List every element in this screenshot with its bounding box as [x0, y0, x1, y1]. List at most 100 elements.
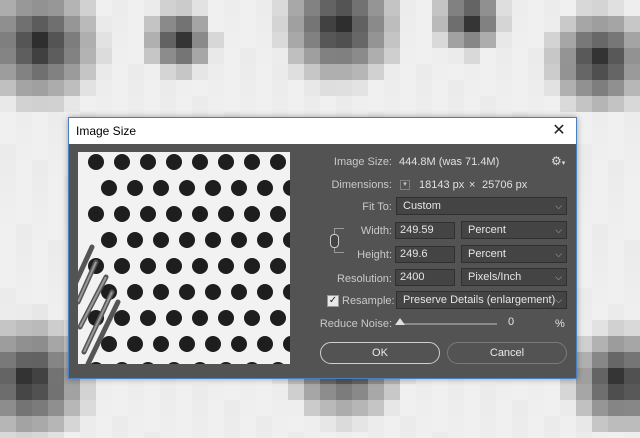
background-pixel [48, 96, 64, 112]
background-pixel [528, 80, 544, 96]
background-pixel [384, 416, 400, 432]
background-pixel [160, 48, 176, 64]
background-pixel [416, 48, 432, 64]
background-pixel [320, 432, 336, 438]
background-pixel [176, 96, 192, 112]
chevron-down-icon: ⌵ [555, 225, 562, 235]
resolution-unit-select[interactable]: Pixels/Inch ⌵ [461, 268, 567, 286]
background-pixel [464, 16, 480, 32]
resolution-input[interactable]: 2400 [395, 269, 455, 286]
background-pixel [64, 16, 80, 32]
background-pixel [16, 256, 32, 272]
title-bar[interactable]: Image Size ✕ [69, 118, 576, 144]
background-pixel [384, 400, 400, 416]
height-input[interactable]: 249.6 [395, 246, 455, 263]
background-pixel [16, 288, 32, 304]
background-pixel [192, 0, 208, 16]
background-pixel [32, 64, 48, 80]
background-pixel [208, 64, 224, 80]
background-pixel [336, 400, 352, 416]
background-pixel [256, 384, 272, 400]
background-pixel [608, 384, 624, 400]
background-pixel [464, 96, 480, 112]
background-pixel [336, 0, 352, 16]
background-pixel [368, 64, 384, 80]
background-pixel [0, 144, 16, 160]
background-pixel [336, 48, 352, 64]
resample-method-select[interactable]: Preserve Details (enlargement) ⌵ [396, 291, 567, 309]
chevron-down-icon[interactable]: ▾ [400, 180, 410, 190]
background-pixel [608, 224, 624, 240]
background-pixel [368, 96, 384, 112]
background-pixel [352, 384, 368, 400]
background-pixel [240, 32, 256, 48]
chevron-down-icon: ⌵ [555, 201, 562, 211]
background-pixel [576, 0, 592, 16]
background-pixel [64, 416, 80, 432]
background-pixel [592, 240, 608, 256]
width-unit-value: Percent [468, 224, 506, 236]
chevron-down-icon: ⌵ [555, 249, 562, 259]
background-pixel [208, 384, 224, 400]
background-pixel [16, 352, 32, 368]
background-pixel [112, 16, 128, 32]
background-pixel [64, 384, 80, 400]
background-pixel [176, 48, 192, 64]
height-unit-select[interactable]: Percent ⌵ [461, 245, 567, 263]
width-input[interactable]: 249.59 [395, 222, 455, 239]
resample-method-value: Preserve Details (enlargement) [403, 294, 556, 306]
width-unit-select[interactable]: Percent ⌵ [461, 221, 567, 239]
background-pixel [528, 32, 544, 48]
background-pixel [96, 64, 112, 80]
background-pixel [16, 240, 32, 256]
halftone-dot [114, 258, 130, 274]
background-pixel [336, 96, 352, 112]
background-pixel [608, 144, 624, 160]
resample-checkbox[interactable]: ✓ [327, 295, 339, 307]
background-pixel [256, 64, 272, 80]
close-icon[interactable]: ✕ [548, 120, 570, 142]
reduce-noise-slider-track[interactable] [399, 323, 497, 325]
halftone-dot [101, 336, 117, 352]
fit-to-select[interactable]: Custom ⌵ [396, 197, 567, 215]
background-pixel [208, 432, 224, 438]
background-pixel [512, 96, 528, 112]
background-pixel [576, 64, 592, 80]
image-preview[interactable] [78, 152, 290, 364]
chevron-down-icon: ⌵ [555, 295, 562, 305]
background-pixel [16, 208, 32, 224]
background-pixel [0, 336, 16, 352]
background-pixel [0, 288, 16, 304]
background-pixel [256, 48, 272, 64]
background-pixel [384, 96, 400, 112]
background-pixel [16, 112, 32, 128]
reduce-noise-input[interactable]: 0 [503, 314, 551, 331]
background-pixel [608, 192, 624, 208]
background-pixel [352, 64, 368, 80]
background-pixel [592, 352, 608, 368]
background-pixel [32, 304, 48, 320]
background-pixel [368, 0, 384, 16]
background-pixel [64, 48, 80, 64]
background-pixel [352, 48, 368, 64]
background-pixel [272, 384, 288, 400]
background-pixel [624, 416, 640, 432]
halftone-dot [153, 336, 169, 352]
gear-icon[interactable]: ⚙▾ [551, 154, 565, 168]
background-pixel [0, 176, 16, 192]
background-pixel [560, 384, 576, 400]
background-pixel [592, 368, 608, 384]
background-pixel [192, 400, 208, 416]
background-pixel [432, 432, 448, 438]
background-pixel [592, 0, 608, 16]
background-pixel [528, 64, 544, 80]
background-pixel [304, 432, 320, 438]
background-pixel [0, 320, 16, 336]
halftone-dot [231, 232, 247, 248]
background-pixel [272, 432, 288, 438]
background-pixel [496, 416, 512, 432]
background-pixel [0, 352, 16, 368]
reduce-noise-slider-thumb[interactable] [395, 318, 405, 325]
cancel-button[interactable]: Cancel [447, 342, 567, 364]
ok-button[interactable]: OK [320, 342, 440, 364]
